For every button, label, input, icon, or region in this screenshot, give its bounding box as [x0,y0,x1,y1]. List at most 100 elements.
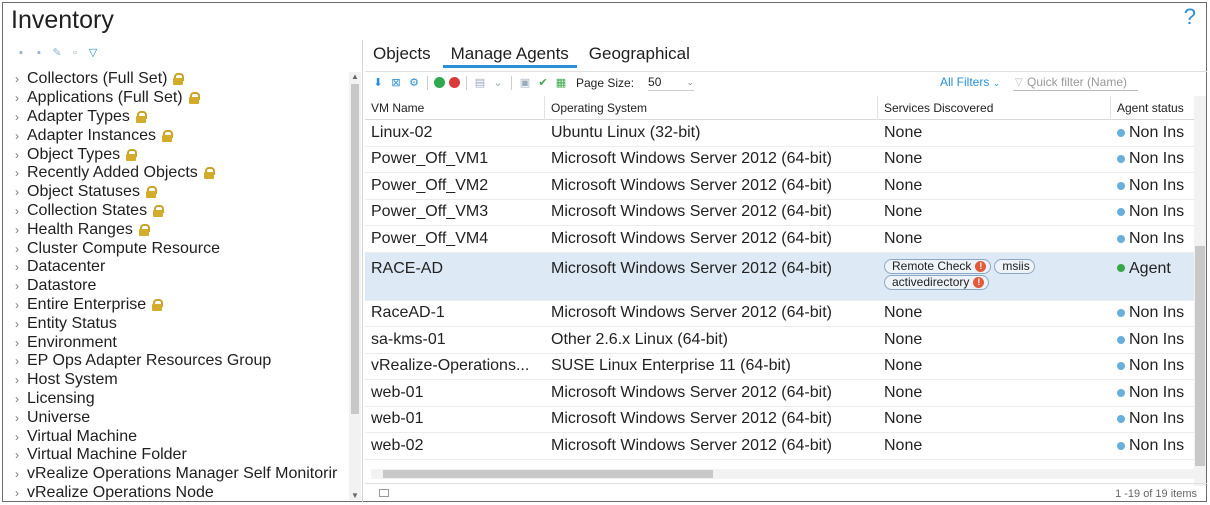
all-filters-button[interactable]: All Filters ⌄ [940,75,1000,89]
check-icon[interactable]: ✔ [536,76,550,90]
tree-item[interactable]: › Collectors (Full Set) [11,70,349,89]
start-agent-icon[interactable] [434,77,445,88]
services-cell: None [884,123,923,141]
collapse-icon[interactable]: ▪ [33,47,45,59]
chevron-right-icon[interactable]: › [11,72,27,86]
quick-filter-input[interactable]: ▽ Quick filter (Name) [1013,74,1138,91]
chevron-right-icon[interactable]: › [11,298,27,312]
tree-item[interactable]: › vRealize Operations Manager Self Monito… [11,465,349,484]
chevron-right-icon[interactable]: › [11,185,27,199]
tree-scrollbar[interactable]: ▲ ▼ [349,72,361,500]
chevron-right-icon[interactable]: › [11,317,27,331]
tree-item[interactable]: › Datastore [11,277,349,296]
column-header[interactable]: Services Discovered [878,96,1111,120]
tree-item[interactable]: › Recently Added Objects [11,164,349,183]
tree-scroll-thumb[interactable] [351,84,359,414]
tree-item[interactable]: › Object Statuses [11,183,349,202]
tree-item[interactable]: › Host System [11,371,349,390]
uninstall-agent-icon[interactable]: ⊠ [389,76,403,90]
stop-agent-icon[interactable] [449,77,460,88]
tree-item[interactable]: › Datacenter [11,258,349,277]
tree-item[interactable]: › vRealize Operations Node [11,484,349,500]
table-row[interactable]: web-02 Microsoft Windows Server 2012 (64-… [365,433,1195,460]
service-pill[interactable]: msiis [994,258,1035,274]
chevron-right-icon[interactable]: › [11,129,27,143]
column-header[interactable]: Agent status [1111,96,1195,120]
tree-item[interactable]: › Adapter Instances [11,126,349,145]
status-dot-icon [1117,234,1125,243]
chevron-right-icon[interactable]: › [11,392,27,406]
object-tree: › Collectors (Full Set) › Applications (Ful… [11,70,349,500]
grid-hscroll-thumb[interactable] [383,470,713,478]
chevron-right-icon[interactable]: › [11,260,27,274]
tree-item[interactable]: › Object Types [11,145,349,164]
scroll-up-icon[interactable]: ▲ [349,72,361,81]
tree-item[interactable]: › Licensing [11,390,349,409]
tab-manage-agents[interactable]: Manage Agents [442,42,577,68]
lock-icon [188,92,200,105]
table-row[interactable]: vRealize-Operations... SUSE Linux Enterpr… [365,354,1195,380]
chevron-right-icon[interactable]: › [11,411,27,425]
grid-horizontal-scrollbar[interactable] [371,469,1194,479]
tree-item[interactable]: › Universe [11,408,349,427]
grid-scroll-thumb[interactable] [1195,246,1205,466]
tree-item[interactable]: › Environment [11,333,349,352]
tree-item[interactable]: › Virtual Machine [11,427,349,446]
column-toggle-icon[interactable] [379,489,389,497]
tree-item[interactable]: › EP Ops Adapter Resources Group [11,352,349,371]
chevron-right-icon[interactable]: › [11,354,27,368]
tree-item[interactable]: › Virtual Machine Folder [11,446,349,465]
chevron-right-icon[interactable]: › [11,448,27,462]
table-row[interactable]: Power_Off_VM4 Microsoft Windows Server 20… [365,226,1195,253]
chevron-right-icon[interactable]: › [11,166,27,180]
chevron-right-icon[interactable]: › [11,110,27,124]
menu-icon[interactable]: ▤ [473,76,487,90]
chevron-right-icon[interactable]: › [11,467,27,481]
chevron-right-icon[interactable]: › [11,148,27,162]
column-header[interactable]: Operating System [545,96,878,120]
tree-item[interactable]: › Adapter Types [11,108,349,127]
table-row[interactable]: RACE-AD Microsoft Windows Server 2012 (64… [365,252,1195,301]
tab-objects[interactable]: Objects [365,42,439,68]
copy-icon[interactable]: ▫ [69,47,81,59]
tree-item[interactable]: › Entity Status [11,314,349,333]
service-pill[interactable]: activedirectory! [884,274,990,290]
column-header[interactable]: VM Name [365,96,545,120]
chart-icon[interactable]: ▦ [554,76,568,90]
tree-item[interactable]: › Applications (Full Set) [11,89,349,108]
tree-item[interactable]: › Entire Enterprise [11,296,349,315]
table-row[interactable]: Power_Off_VM2 Microsoft Windows Server 20… [365,173,1195,200]
page-size-select[interactable]: 50 ⌄ [648,75,695,91]
service-pill[interactable]: Remote Check! [884,258,992,274]
chevron-right-icon[interactable]: › [11,204,27,218]
chevron-down-icon[interactable]: ⌄ [491,76,505,90]
table-row[interactable]: Linux-02 Ubuntu Linux (32-bit) None Non Ins [365,120,1195,147]
chevron-right-icon[interactable]: › [11,91,27,105]
table-row[interactable]: web-01 Microsoft Windows Server 2012 (64-… [365,380,1195,407]
table-row[interactable]: web-01 Microsoft Windows Server 2012 (64-… [365,407,1195,433]
chevron-right-icon[interactable]: › [11,486,27,500]
tree-item[interactable]: › Collection States [11,202,349,221]
tree-item[interactable]: › Cluster Compute Resource [11,239,349,258]
chevron-right-icon[interactable]: › [11,223,27,237]
scroll-down-icon[interactable]: ▼ [349,491,361,500]
table-row[interactable]: RaceAD-1 Microsoft Windows Server 2012 (6… [365,301,1195,327]
chevron-right-icon[interactable]: › [11,279,27,293]
tab-geographical[interactable]: Geographical [581,42,698,68]
filter-icon[interactable]: ▽ [87,47,99,59]
table-row[interactable]: sa-kms-01 Other 2.6.x Linux (64-bit) None N… [365,327,1195,354]
chevron-right-icon[interactable]: › [11,242,27,256]
chevron-right-icon[interactable]: › [11,430,27,444]
configure-icon[interactable]: ⚙ [407,76,421,90]
help-icon[interactable]: ? [1184,4,1196,30]
install-agent-icon[interactable]: ⬇ [371,76,385,90]
expand-icon[interactable]: ▪ [15,47,27,59]
chevron-right-icon[interactable]: › [11,336,27,350]
edit-icon[interactable]: ✎ [51,47,63,59]
tree-item[interactable]: › Health Ranges [11,220,349,239]
grid-vertical-scrollbar[interactable] [1194,96,1206,486]
table-row[interactable]: Power_Off_VM1 Microsoft Windows Server 20… [365,147,1195,173]
chevron-right-icon[interactable]: › [11,373,27,387]
table-row[interactable]: Power_Off_VM3 Microsoft Windows Server 20… [365,200,1195,226]
select-icon[interactable]: ▣ [518,76,532,90]
